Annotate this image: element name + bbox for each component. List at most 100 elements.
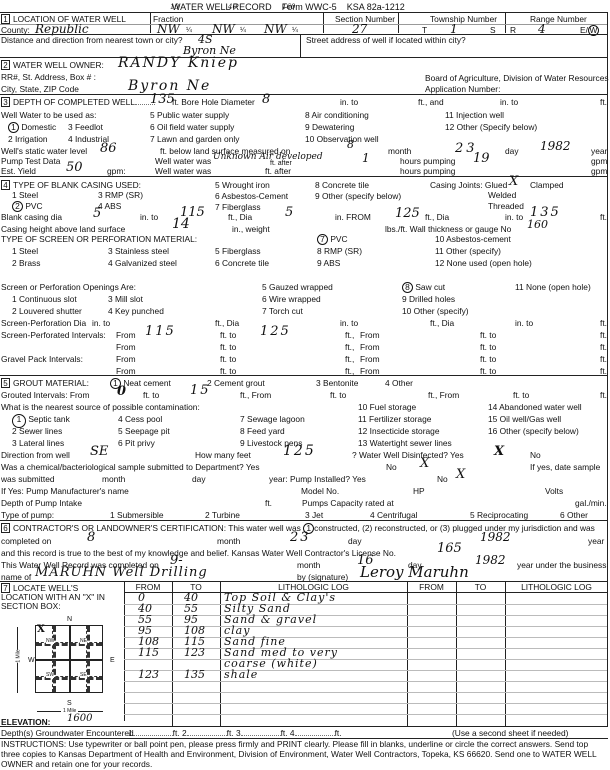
opening-option-9[interactable]: 9 Drilled holes: [402, 294, 455, 304]
opening-option-8[interactable]: 8 Saw cut: [402, 282, 445, 293]
pump-type-option-5[interactable]: 5 Reciprocating: [470, 510, 528, 520]
perf-to-value[interactable]: 125: [260, 324, 291, 339]
owner-value[interactable]: RANDY Kniep: [118, 55, 239, 71]
use-option-10[interactable]: 10 Observation well: [305, 134, 379, 144]
contamination-option-6[interactable]: 6 Pit privy: [118, 438, 155, 448]
signature-value[interactable]: Leroy Maruhn: [360, 563, 469, 581]
use-option-11[interactable]: 11 Injection well: [445, 110, 504, 120]
contamination-option-16[interactable]: 16 Other (specify below): [488, 426, 579, 436]
screen-option-8[interactable]: 8 RMP (SR): [317, 246, 362, 256]
use-option-6[interactable]: 6 Oil field water supply: [150, 122, 234, 132]
pump-type-option-2[interactable]: 2 Turbine: [205, 510, 240, 520]
opening-option-2[interactable]: 2 Louvered shutter: [12, 306, 82, 316]
screen-option-9[interactable]: 9 ABS: [317, 258, 340, 268]
contamination-option-13[interactable]: 13 Watertight sewer lines: [358, 438, 452, 448]
elevation-value[interactable]: 1600: [67, 713, 92, 724]
use-option-1[interactable]: 1 Domestic: [8, 122, 56, 133]
grouted-to-value[interactable]: 15: [190, 383, 211, 398]
pump-type-option-3[interactable]: 3 Jet: [305, 510, 323, 520]
use-option-8[interactable]: 8 Air conditioning: [305, 110, 369, 120]
grout-option-3[interactable]: 3 Bentonite: [316, 378, 358, 388]
table-row[interactable]: 123 135 shale: [124, 668, 608, 681]
static-month-value[interactable]: 8: [347, 138, 354, 151]
completed-month-value[interactable]: 8: [87, 530, 95, 545]
opening-option-3[interactable]: 3 Mill slot: [108, 294, 143, 304]
glued-mark[interactable]: X: [509, 174, 518, 189]
pump-type-option-6[interactable]: 6 Other: [560, 510, 588, 520]
casing-height-value[interactable]: 14: [172, 216, 190, 232]
contamination-option-7[interactable]: 7 Sewage lagoon: [240, 414, 305, 424]
opening-option-5[interactable]: 5 Gauzed wrapped: [262, 282, 333, 292]
use-option-9[interactable]: 9 Dewatering: [305, 122, 354, 132]
casing-option-7[interactable]: 7 Fiberglass: [215, 202, 261, 212]
contamination-option-2[interactable]: 2 Sewer lines: [12, 426, 62, 436]
contamination-option-3[interactable]: 3 Lateral lines: [12, 438, 64, 448]
yield-value[interactable]: 50: [66, 160, 83, 175]
opening-option-4[interactable]: 4 Key punched: [108, 306, 164, 316]
completed-day-value[interactable]: 23: [290, 530, 311, 545]
casing-option-4[interactable]: 4 ABS: [98, 201, 121, 211]
casing-option-2[interactable]: 2 PVC: [12, 201, 43, 212]
license-value[interactable]: 165: [437, 541, 462, 556]
completed-year-value[interactable]: 1982: [480, 530, 511, 544]
pump-type-option-4[interactable]: 4 Centrifugal: [370, 510, 418, 520]
blank-dia-value[interactable]: 5: [93, 206, 101, 221]
opening-option-11[interactable]: 11 None (open hole): [515, 282, 591, 292]
opening-option-6[interactable]: 6 Wire wrapped: [262, 294, 321, 304]
direction-value[interactable]: SE: [90, 444, 108, 459]
sample-no-mark[interactable]: X: [420, 456, 429, 471]
contamination-option-4[interactable]: 4 Cess pool: [118, 414, 162, 424]
casing-option-5[interactable]: 5 Wrought iron: [215, 180, 270, 190]
use-option-2[interactable]: 2 Irrigation: [8, 134, 48, 144]
bore-value[interactable]: 8: [262, 92, 270, 107]
casing-option-9[interactable]: 9 Other (specify below): [315, 191, 401, 201]
grouted-from-value[interactable]: 0: [117, 384, 126, 399]
contamination-option-15[interactable]: 15 Oil well/Gas well: [488, 414, 561, 424]
section-box[interactable]: NW NE SW SE X: [35, 624, 103, 693]
screen-option-11[interactable]: 11 Other (specify): [435, 246, 501, 256]
use-option-12[interactable]: 12 Other (Specify below): [445, 122, 537, 132]
use-option-5[interactable]: 5 Public water supply: [150, 110, 229, 120]
gpm-value[interactable]: 19: [473, 151, 490, 166]
perf-from-value[interactable]: 115: [145, 324, 176, 339]
screen-option-3[interactable]: 3 Stainless steel: [108, 246, 169, 256]
well-water-was-value[interactable]: Unknown Air developed: [213, 152, 323, 162]
contamination-option-8[interactable]: 8 Feed yard: [240, 426, 285, 436]
screen-option-5[interactable]: 5 Fiberglass: [215, 246, 261, 256]
record-year-value[interactable]: 1982: [475, 553, 506, 567]
screen-option-1[interactable]: 1 Steel: [12, 246, 38, 256]
casing-option-3[interactable]: 3 RMP (SR): [98, 190, 143, 200]
contamination-option-10[interactable]: 10 Fuel storage: [358, 402, 416, 412]
pump-no-mark[interactable]: X: [456, 467, 465, 482]
blank-from2-value[interactable]: 125: [395, 206, 420, 221]
casing-option-8[interactable]: 8 Concrete tile: [315, 180, 369, 190]
static-year-value[interactable]: 1982: [540, 139, 571, 153]
pump-type-option-1[interactable]: 1 Submersible: [110, 510, 164, 520]
static-level-value[interactable]: 86: [100, 141, 117, 156]
gauge-value[interactable]: 160: [527, 218, 548, 231]
screen-option-2[interactable]: 2 Brass: [12, 258, 40, 268]
screen-option-12[interactable]: 12 None used (open hole): [435, 258, 532, 268]
opening-option-10[interactable]: 10 Other (specify): [402, 306, 469, 316]
opening-option-7[interactable]: 7 Torch cut: [262, 306, 303, 316]
groundwater-depths[interactable]: 1 ft. 2 ft. 3 ft. 4 ft.: [128, 728, 342, 738]
use-option-7[interactable]: 7 Lawn and garden only: [150, 134, 239, 144]
casing-option-1[interactable]: 1 Steel: [12, 190, 38, 200]
screen-option-10[interactable]: 10 Asbestos-cement: [435, 234, 511, 244]
screen-option-4[interactable]: 4 Galvanized steel: [108, 258, 177, 268]
blank-dia2-value[interactable]: 5: [285, 205, 293, 220]
feet-value[interactable]: 125: [283, 443, 316, 459]
grout-option-2[interactable]: 2 Cement grout: [207, 378, 265, 388]
use-option-3[interactable]: 3 Feedlot: [68, 122, 103, 132]
hours-value[interactable]: 1: [362, 151, 370, 165]
contamination-option-12[interactable]: 12 Insecticide storage: [358, 426, 439, 436]
contamination-option-14[interactable]: 14 Abandoned water well: [488, 402, 582, 412]
disinfected-yes-mark[interactable]: X: [494, 444, 504, 459]
screen-option-7[interactable]: 7 PVC: [317, 234, 348, 245]
contamination-option-11[interactable]: 11 Fertilizer storage: [358, 414, 431, 424]
opening-option-1[interactable]: 1 Continuous slot: [12, 294, 77, 304]
business-name-value[interactable]: MARUHN Well Drilling: [35, 565, 208, 580]
grout-option-4[interactable]: 4 Other: [385, 378, 413, 388]
contamination-option-5[interactable]: 5 Seepage pit: [118, 426, 170, 436]
screen-option-6[interactable]: 6 Concrete tile: [215, 258, 269, 268]
